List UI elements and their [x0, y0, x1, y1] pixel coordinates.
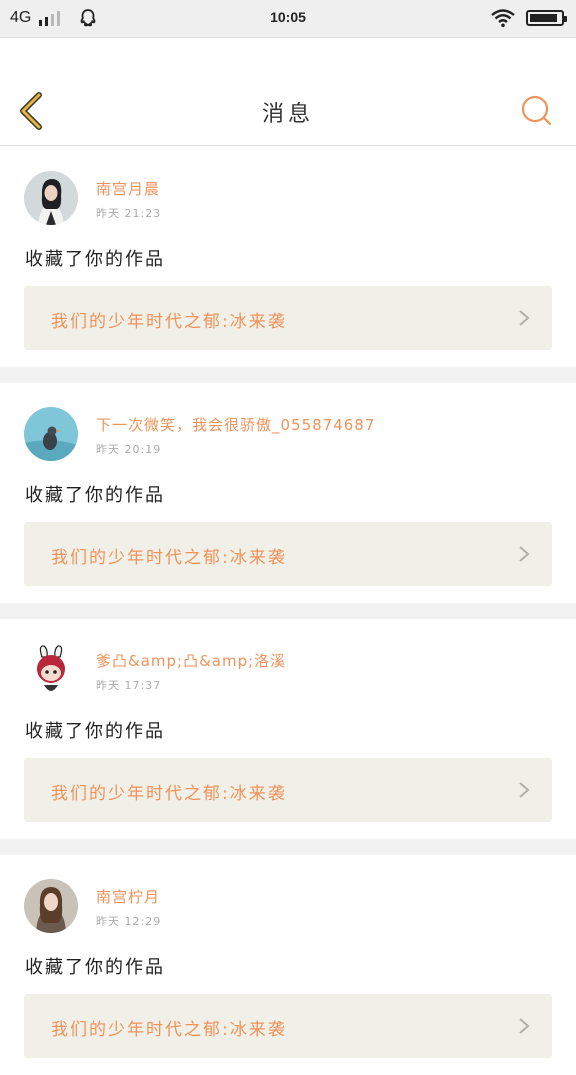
work-link[interactable]: 我们的少年时代之郁:冰来袭 — [24, 286, 552, 350]
message-text: 收藏了你的作品 — [25, 721, 165, 742]
page-title: 消息 — [261, 102, 314, 127]
work-title: 我们的少年时代之郁:冰来袭 — [51, 312, 287, 332]
message-time: 昨天 12:29 — [96, 915, 162, 928]
work-title: 我们的少年时代之郁:冰来袭 — [51, 784, 287, 804]
divider — [0, 367, 576, 383]
nav-header: 消息 — [0, 76, 576, 146]
message-text: 收藏了你的作品 — [25, 249, 165, 270]
message-list: 南宫月晨 昨天 21:23 收藏了你的作品 我们的少年时代之郁:冰来袭 下一次微… — [0, 147, 576, 1075]
search-button[interactable] — [520, 94, 554, 128]
work-title: 我们的少年时代之郁:冰来袭 — [51, 1020, 287, 1040]
user-name[interactable]: 南宫月晨 — [96, 178, 160, 199]
user-name[interactable]: 爹凸&amp;凸&amp;洛溪 — [96, 650, 286, 671]
chevron-right-icon — [519, 310, 530, 326]
message-text: 收藏了你的作品 — [25, 485, 165, 506]
status-bar: 4G 10:05 — [0, 0, 576, 38]
divider — [0, 603, 576, 619]
work-link[interactable]: 我们的少年时代之郁:冰来袭 — [24, 994, 552, 1058]
avatar[interactable] — [24, 643, 78, 697]
status-bar-right — [490, 8, 567, 28]
user-name[interactable]: 南宫柠月 — [96, 886, 160, 907]
chevron-right-icon — [519, 782, 530, 798]
avatar[interactable] — [24, 879, 78, 933]
divider — [0, 839, 576, 855]
message-time: 昨天 17:37 — [96, 679, 162, 692]
user-name[interactable]: 下一次微笑，我会很骄傲_055874687 — [96, 414, 375, 435]
work-title: 我们的少年时代之郁:冰来袭 — [51, 548, 287, 568]
search-icon — [521, 95, 552, 126]
list-item: 爹凸&amp;凸&amp;洛溪 昨天 17:37 收藏了你的作品 我们的少年时代… — [0, 619, 576, 839]
message-text: 收藏了你的作品 — [25, 957, 165, 978]
avatar[interactable] — [24, 407, 78, 461]
chevron-right-icon — [519, 1018, 530, 1034]
work-link[interactable]: 我们的少年时代之郁:冰来袭 — [24, 758, 552, 822]
list-item: 南宫月晨 昨天 21:23 收藏了你的作品 我们的少年时代之郁:冰来袭 — [0, 147, 576, 367]
work-link[interactable]: 我们的少年时代之郁:冰来袭 — [24, 522, 552, 586]
list-item: 南宫柠月 昨天 12:29 收藏了你的作品 我们的少年时代之郁:冰来袭 — [0, 855, 576, 1075]
chevron-right-icon — [519, 546, 530, 562]
message-time: 昨天 21:23 — [96, 207, 162, 220]
avatar[interactable] — [24, 171, 78, 225]
battery-icon — [526, 10, 567, 26]
message-time: 昨天 20:19 — [96, 443, 162, 456]
wifi-icon — [491, 9, 515, 28]
list-item: 下一次微笑，我会很骄傲_055874687 昨天 20:19 收藏了你的作品 我… — [0, 383, 576, 603]
